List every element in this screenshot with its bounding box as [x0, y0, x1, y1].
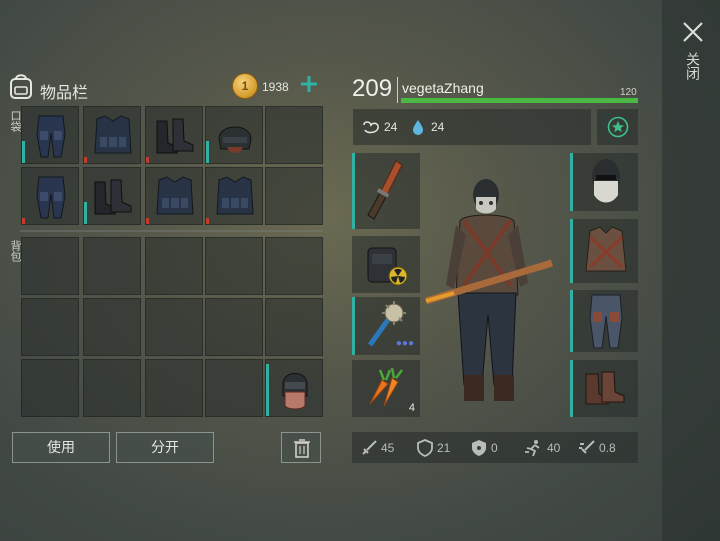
- backpack-slot[interactable]: [83, 359, 141, 417]
- pocket-slot-vest-2[interactable]: [145, 167, 203, 225]
- vitals-row: 24 24: [353, 109, 591, 145]
- jacket-icon: [585, 226, 627, 272]
- use-button[interactable]: 使用: [12, 432, 110, 463]
- legs-slot[interactable]: [570, 290, 638, 352]
- trash-icon: [294, 439, 310, 458]
- pocket-slot-pants[interactable]: [21, 106, 79, 164]
- pocket-slot-vest[interactable]: [83, 106, 141, 164]
- pocket-slot-helmet[interactable]: [205, 106, 263, 164]
- defense-value: 21: [437, 441, 451, 455]
- radiation-shield-icon: [472, 440, 486, 456]
- armored-pants-icon: [36, 176, 66, 219]
- tactical-vest-icon: [94, 115, 132, 154]
- close-label[interactable]: 关闭: [683, 52, 701, 80]
- pocket-slot-pants-2[interactable]: [21, 167, 79, 225]
- combat-stats-row: 45 21 0 40 0.8: [352, 432, 638, 463]
- tool-slot[interactable]: ●●●: [352, 297, 420, 355]
- trash-button[interactable]: [281, 432, 321, 463]
- shield-icon: [417, 439, 433, 457]
- inventory-title: 物品栏: [40, 85, 89, 102]
- hp-max: 120: [620, 87, 637, 98]
- combat-boots-icon: [156, 118, 194, 154]
- close-icon[interactable]: [681, 20, 705, 44]
- backpack-slot[interactable]: [145, 237, 203, 295]
- backpack-slot[interactable]: [21, 237, 79, 295]
- character-avatar: [424, 179, 554, 401]
- attack-speed-icon: [579, 440, 595, 454]
- backpack-slot[interactable]: [265, 237, 323, 295]
- pants-icon: [589, 294, 623, 349]
- backpack-slot[interactable]: [145, 359, 203, 417]
- name-separator: [397, 77, 398, 103]
- feet-slot[interactable]: [570, 360, 638, 417]
- radiation-value: 0: [491, 441, 498, 455]
- backpack-slot[interactable]: [205, 237, 263, 295]
- backpack-slot[interactable]: [145, 298, 203, 356]
- add-coins-button[interactable]: [299, 74, 319, 94]
- backpack-slot[interactable]: [205, 298, 263, 356]
- player-name: vegetaZhang: [402, 80, 484, 96]
- backpack-icon: [10, 74, 32, 99]
- pocket-slot-boots-2[interactable]: [83, 167, 141, 225]
- stomach-icon: [363, 121, 379, 134]
- backpack-slot-helmet[interactable]: [265, 359, 323, 417]
- perks-button[interactable]: [597, 109, 638, 145]
- armored-pants-icon: [36, 115, 66, 158]
- pocket-slot-boots[interactable]: [145, 106, 203, 164]
- hp-bar: [401, 98, 638, 103]
- combat-boots-icon: [94, 179, 132, 215]
- attack-value: 45: [381, 441, 395, 455]
- masked-helmet-icon: [282, 373, 308, 410]
- durability-dots: ●●●: [395, 338, 414, 349]
- carrots-icon: [369, 367, 403, 407]
- carrot-count: 4: [408, 402, 415, 414]
- boots-icon: [585, 371, 625, 405]
- sword-icon: [362, 440, 377, 455]
- pocket-slot-vest-3[interactable]: [205, 167, 263, 225]
- backpack-slot[interactable]: [83, 237, 141, 295]
- pocket-slot-empty-2[interactable]: [265, 167, 323, 225]
- side-strip: [662, 0, 720, 541]
- pockets-divider: [20, 230, 322, 232]
- food-slot[interactable]: 4: [352, 360, 420, 417]
- balaclava-icon: [592, 159, 620, 203]
- backpack-slot[interactable]: [265, 298, 323, 356]
- water-drop-icon: [413, 120, 423, 135]
- chest-slot[interactable]: [570, 219, 638, 283]
- player-level: 209: [352, 75, 393, 102]
- backpack-slot-equip[interactable]: [352, 236, 420, 293]
- pocket-slot-empty[interactable]: [265, 106, 323, 164]
- backpack-slot[interactable]: [21, 298, 79, 356]
- helmet-icon: [218, 126, 252, 153]
- food-value: 24: [384, 120, 398, 134]
- backpack-slot[interactable]: [83, 298, 141, 356]
- running-icon: [525, 440, 540, 457]
- weapon-slot[interactable]: [352, 153, 420, 229]
- inventory-header: 物品栏 1 1938: [8, 70, 324, 104]
- head-slot[interactable]: [570, 153, 638, 211]
- radiation-backpack-icon: [367, 247, 408, 286]
- backpack-slot[interactable]: [205, 359, 263, 417]
- star-icon: [607, 116, 629, 138]
- tactical-vest-icon: [156, 176, 194, 215]
- backpack-slot[interactable]: [21, 359, 79, 417]
- coin-count: 1938: [262, 80, 289, 94]
- split-button[interactable]: 分开: [116, 432, 214, 463]
- coin-icon: 1: [232, 73, 258, 99]
- machete-icon: [367, 160, 403, 220]
- tactical-vest-icon: [216, 176, 254, 215]
- attack-speed-value: 0.8: [599, 441, 616, 455]
- water-value: 24: [431, 120, 445, 134]
- speed-value: 40: [547, 441, 561, 455]
